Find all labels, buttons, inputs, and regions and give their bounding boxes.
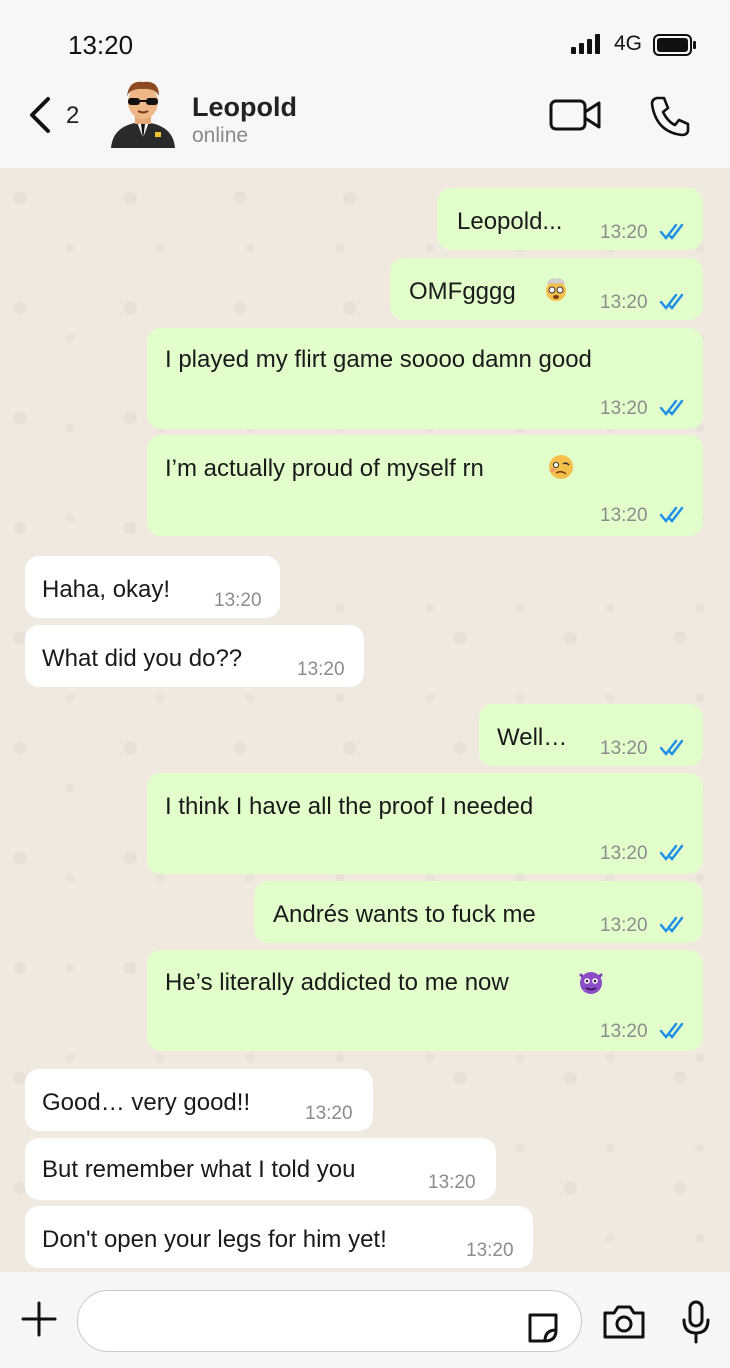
read-receipt-icon bbox=[659, 293, 684, 310]
message-time: 13:20 bbox=[214, 590, 262, 611]
message-time: 13:20 bbox=[466, 1240, 514, 1261]
message-text: He’s literally addicted to me now bbox=[165, 969, 509, 996]
message-text: What did you do?? bbox=[42, 645, 243, 672]
exploding-head-emoji bbox=[546, 278, 566, 301]
message-list[interactable]: Leopold... 13:20 OMFgggg 13:20 I played … bbox=[0, 168, 730, 1272]
outgoing-message[interactable]: OMFgggg 13:20 bbox=[390, 258, 703, 320]
message-composer bbox=[0, 1272, 730, 1368]
contact-name[interactable]: Leopold bbox=[192, 92, 297, 123]
unread-back-count[interactable]: 2 bbox=[66, 102, 79, 130]
back-chevron-icon[interactable] bbox=[26, 95, 56, 135]
read-receipt-icon bbox=[659, 223, 684, 240]
message-time: 13:20 bbox=[305, 1103, 353, 1124]
message-text: I played my flirt game soooo damn good bbox=[165, 346, 592, 373]
read-receipt-icon bbox=[659, 1022, 684, 1039]
message-text: Good… very good!! bbox=[42, 1089, 251, 1116]
outgoing-message[interactable]: I think I have all the proof I needed 13… bbox=[147, 773, 703, 874]
video-call-icon[interactable] bbox=[548, 96, 604, 134]
read-receipt-icon bbox=[659, 916, 684, 933]
message-text: I’m actually proud of myself rn bbox=[165, 455, 484, 482]
incoming-message[interactable]: What did you do?? 13:20 bbox=[25, 625, 364, 687]
message-text: Andrés wants to fuck me bbox=[273, 901, 536, 928]
read-receipt-icon bbox=[659, 399, 684, 416]
incoming-message[interactable]: Haha, okay! 13:20 bbox=[25, 556, 280, 618]
message-text: I think I have all the proof I needed bbox=[165, 793, 534, 820]
avatar[interactable] bbox=[107, 80, 179, 148]
outgoing-message[interactable]: Andrés wants to fuck me 13:20 bbox=[254, 881, 703, 943]
incoming-message[interactable]: Good… very good!! 13:20 bbox=[25, 1069, 373, 1131]
network-type: 4G bbox=[614, 32, 643, 55]
message-time: 13:20 bbox=[600, 843, 648, 864]
message-time: 13:20 bbox=[600, 505, 648, 526]
message-time: 13:20 bbox=[600, 738, 648, 759]
outgoing-message[interactable]: He’s literally addicted to me now 13:20 bbox=[147, 950, 703, 1051]
smiling-imp-emoji bbox=[579, 972, 603, 994]
message-time: 13:20 bbox=[600, 398, 648, 419]
message-time: 13:20 bbox=[600, 1021, 648, 1042]
message-time: 13:20 bbox=[297, 659, 345, 680]
message-time: 13:20 bbox=[600, 915, 648, 936]
status-time: 13:20 bbox=[68, 30, 134, 60]
message-text: OMFgggg bbox=[409, 278, 516, 305]
message-text: Haha, okay! bbox=[42, 576, 171, 603]
message-text: Don't open your legs for him yet! bbox=[42, 1226, 387, 1253]
read-receipt-icon bbox=[659, 739, 684, 756]
message-time: 13:20 bbox=[428, 1172, 476, 1193]
message-input[interactable] bbox=[77, 1290, 582, 1352]
message-time: 13:20 bbox=[600, 292, 648, 313]
outgoing-message[interactable]: I’m actually proud of myself rn 13:20 bbox=[147, 435, 703, 536]
message-time: 13:20 bbox=[600, 222, 648, 243]
read-receipt-icon bbox=[659, 844, 684, 861]
message-text: Leopold... bbox=[457, 208, 563, 235]
camera-icon[interactable] bbox=[601, 1304, 647, 1340]
incoming-message[interactable]: But remember what I told you 13:20 bbox=[25, 1138, 496, 1200]
chat-header: 2 Leopold online bbox=[0, 80, 730, 168]
message-text: Well… bbox=[497, 724, 568, 751]
woozy-face-emoji bbox=[549, 455, 573, 479]
outgoing-message[interactable]: I played my flirt game soooo damn good 1… bbox=[147, 328, 703, 429]
read-receipt-icon bbox=[659, 506, 684, 523]
message-text: But remember what I told you bbox=[42, 1156, 356, 1183]
contact-status: online bbox=[192, 124, 249, 147]
sticker-icon[interactable] bbox=[525, 1310, 561, 1346]
battery-icon bbox=[653, 34, 696, 56]
outgoing-message[interactable]: Leopold... 13:20 bbox=[437, 188, 703, 250]
phone-icon[interactable] bbox=[648, 94, 692, 138]
status-bar: 13:20 4G bbox=[0, 0, 730, 80]
mic-icon[interactable] bbox=[680, 1300, 712, 1344]
plus-icon[interactable] bbox=[20, 1300, 58, 1338]
incoming-message[interactable]: Don't open your legs for him yet! 13:20 bbox=[25, 1206, 533, 1268]
outgoing-message[interactable]: Well… 13:20 bbox=[479, 704, 703, 766]
signal-icon bbox=[571, 34, 600, 54]
